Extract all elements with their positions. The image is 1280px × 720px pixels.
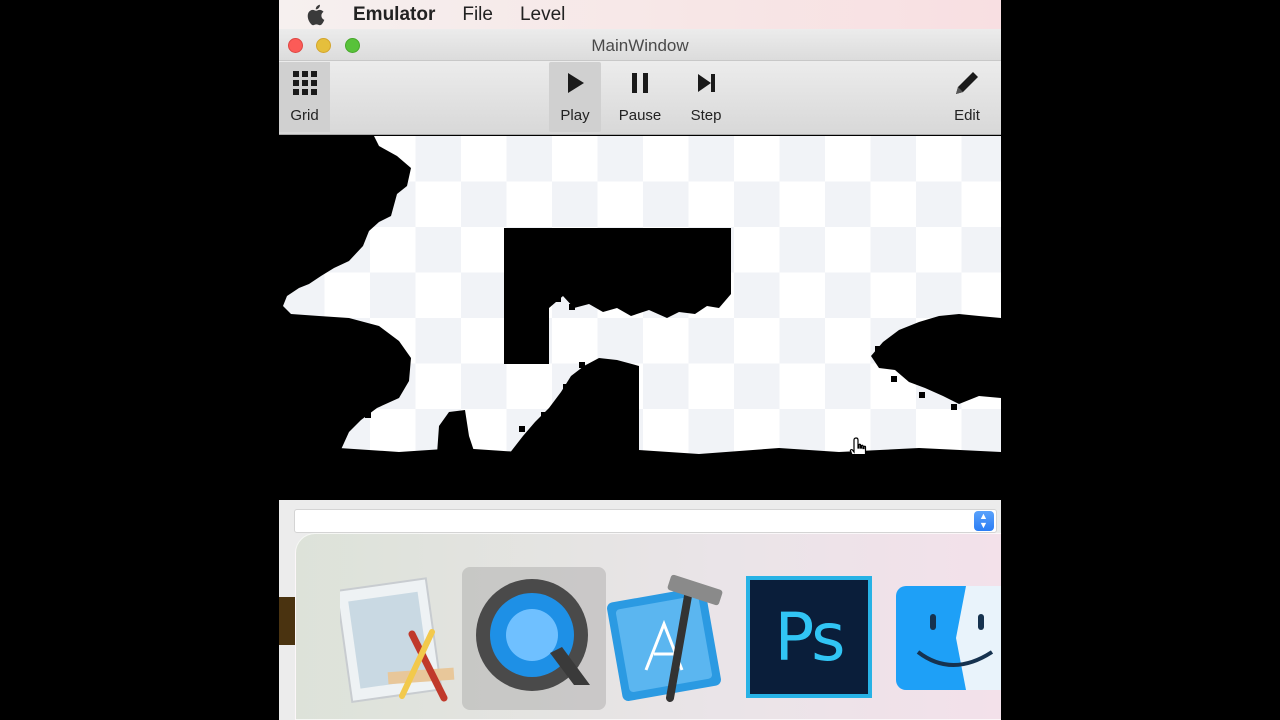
finder-icon[interactable] (896, 586, 1001, 690)
edit-label: Edit (954, 107, 980, 124)
grid-button[interactable]: Grid (279, 62, 330, 132)
preview-icon[interactable] (335, 574, 470, 709)
hand-cursor-icon (849, 437, 867, 454)
minimize-window-button[interactable] (316, 38, 331, 53)
play-button[interactable]: Play (549, 62, 601, 132)
apple-logo-icon[interactable] (305, 3, 329, 27)
quicktime-icon[interactable] (462, 567, 606, 710)
edit-button[interactable]: Edit (939, 62, 995, 132)
step-label: Step (690, 107, 722, 124)
window-titlebar[interactable]: MainWindow (279, 29, 1001, 61)
step-button[interactable]: Step (679, 62, 733, 132)
pause-icon (632, 73, 648, 93)
menu-bar: Emulator File Level (279, 0, 1001, 29)
dock: Ps (295, 533, 1001, 720)
toolbar: Grid Play Pause Step Edit (279, 61, 1001, 135)
zoom-window-button[interactable] (345, 38, 360, 53)
level-terrain (279, 136, 1001, 454)
background-window-edge (279, 597, 295, 645)
pause-label: Pause (618, 107, 662, 124)
main-window: MainWindow Grid Play Pause Step Edit (279, 29, 1001, 500)
window-title: MainWindow (591, 36, 689, 55)
level-select-field[interactable]: ▲ ▼ (294, 509, 997, 533)
play-label: Play (560, 107, 590, 124)
up-down-stepper-icon[interactable]: ▲ ▼ (974, 511, 994, 531)
photoshop-icon[interactable]: Ps (746, 576, 872, 698)
menu-file[interactable]: File (462, 4, 493, 26)
close-window-button[interactable] (288, 38, 303, 53)
pencil-icon (956, 72, 978, 94)
grid-label: Grid (290, 107, 319, 124)
game-canvas[interactable] (279, 136, 1001, 454)
play-icon (568, 73, 584, 93)
grid-icon (292, 71, 317, 95)
menu-level[interactable]: Level (520, 4, 565, 26)
step-icon (698, 74, 715, 92)
menu-app-name[interactable]: Emulator (353, 4, 435, 26)
photoshop-tile-text: Ps (774, 598, 845, 676)
xcode-icon[interactable] (606, 574, 736, 709)
pause-button[interactable]: Pause (613, 62, 667, 132)
desktop-screen: Emulator File Level MainWindow Grid Play… (279, 0, 1001, 720)
